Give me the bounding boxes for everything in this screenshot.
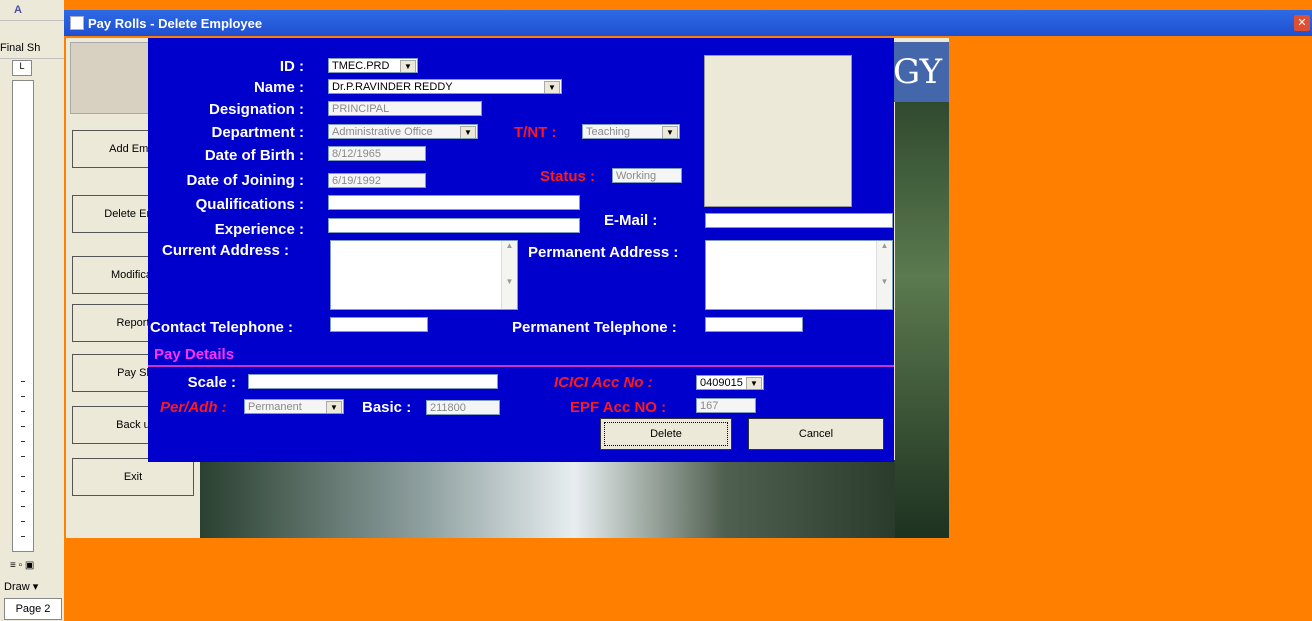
epf-field[interactable]: 167	[696, 398, 756, 413]
contact-telephone-field[interactable]	[330, 317, 428, 332]
dob-value: 8/12/1965	[332, 148, 381, 160]
doj-label: Date of Joining :	[186, 172, 305, 189]
designation-field[interactable]: PRINCIPAL	[328, 101, 482, 116]
peradh-select[interactable]: Permanent ▼	[244, 399, 344, 414]
window-title-bar[interactable]: Pay Rolls - Delete Employee ✕	[64, 10, 1312, 36]
qualifications-field[interactable]	[328, 195, 580, 210]
vertical-ruler	[12, 80, 34, 552]
permanent-address-label: Permanent Address :	[528, 244, 679, 261]
status-label: Status :	[540, 168, 596, 185]
page-indicator: Page 2	[4, 598, 62, 620]
department-label: Department :	[211, 124, 304, 141]
icici-select[interactable]: 0409015 ▼	[696, 375, 764, 390]
email-label: E-Mail :	[604, 212, 658, 229]
pay-details-heading: Pay Details	[154, 346, 235, 363]
cancel-button[interactable]: Cancel	[748, 418, 884, 450]
scrollbar[interactable]: ▲ ▼	[876, 241, 892, 309]
epf-value: 167	[700, 400, 719, 412]
scale-label: Scale :	[187, 374, 236, 391]
window-title: Pay Rolls - Delete Employee	[88, 16, 263, 31]
format-icon: A	[14, 4, 22, 16]
department-select[interactable]: Administrative Office ▼	[328, 124, 478, 139]
doj-field[interactable]: 6/19/1992	[328, 173, 426, 188]
permanent-address-textarea[interactable]: ▲ ▼	[705, 240, 893, 310]
permanent-telephone-field[interactable]	[705, 317, 803, 332]
chevron-down-icon[interactable]: ▼	[460, 126, 476, 138]
id-value: TMEC.PRD	[332, 60, 390, 72]
qualifications-label: Qualifications :	[195, 196, 304, 213]
close-icon[interactable]: ✕	[1294, 15, 1310, 31]
email-field[interactable]	[705, 213, 893, 228]
tnt-select[interactable]: Teaching ▼	[582, 124, 680, 139]
designation-label: Designation :	[208, 101, 304, 118]
current-address-label: Current Address :	[162, 242, 289, 259]
tnt-label: T/NT :	[514, 124, 557, 141]
word-side-strip: A Final Sh L ≡ ▫ ▣ Draw ▾ Page 2	[0, 0, 64, 621]
employee-photo	[704, 55, 852, 207]
name-label: Name :	[253, 79, 304, 96]
tnt-value: Teaching	[586, 126, 631, 138]
section-divider	[148, 365, 894, 367]
icici-value: 0409015	[700, 377, 743, 389]
chevron-down-icon[interactable]: ▼	[544, 81, 560, 93]
chevron-down-icon[interactable]: ▼	[326, 401, 342, 413]
chevron-down-icon[interactable]: ▼	[746, 377, 762, 389]
waterfall-image	[200, 460, 949, 538]
basic-value: 211800	[430, 402, 466, 414]
delete-employee-dialog: ID : TMEC.PRD ▼ Name : Dr.P.RAVINDER REDD…	[148, 38, 894, 462]
window-icon	[70, 16, 84, 30]
name-value: Dr.P.RAVINDER REDDY	[332, 81, 453, 93]
id-label: ID :	[279, 58, 304, 75]
word-toolbar-top[interactable]: A	[0, 0, 64, 21]
word-toolbar-label[interactable]: Final Sh	[0, 38, 64, 59]
epf-label: EPF Acc NO :	[570, 399, 667, 416]
scale-field[interactable]	[248, 374, 498, 389]
draw-menu-button[interactable]: Draw ▾	[4, 578, 60, 596]
id-select[interactable]: TMEC.PRD ▼	[328, 58, 418, 73]
dob-field[interactable]: 8/12/1965	[328, 146, 426, 161]
status-field[interactable]: Working	[612, 168, 682, 183]
peradh-value: Permanent	[248, 401, 302, 413]
college-banner: GY	[893, 42, 949, 102]
name-select[interactable]: Dr.P.RAVINDER REDDY ▼	[328, 79, 562, 94]
basic-label: Basic :	[362, 399, 412, 416]
institute-logo	[70, 42, 152, 114]
chevron-down-icon[interactable]: ▼	[400, 60, 416, 72]
scrollbar[interactable]: ▲ ▼	[501, 241, 517, 309]
permanent-telephone-label: Permanent Telephone :	[512, 319, 677, 336]
delete-button[interactable]: Delete	[600, 418, 732, 450]
tab-stop-icon[interactable]: L	[12, 60, 32, 76]
current-address-textarea[interactable]: ▲ ▼	[330, 240, 518, 310]
view-buttons[interactable]: ≡ ▫ ▣	[10, 560, 58, 574]
exit-button[interactable]: Exit	[72, 458, 194, 496]
peradh-label: Per/Adh :	[160, 399, 227, 416]
doj-value: 6/19/1992	[332, 175, 381, 187]
dob-label: Date of Birth :	[204, 147, 304, 164]
chevron-down-icon[interactable]: ▼	[662, 126, 678, 138]
designation-value: PRINCIPAL	[332, 103, 390, 115]
contact-telephone-label: Contact Telephone :	[150, 319, 294, 336]
forest-image	[895, 102, 949, 538]
banner-text: GY	[893, 52, 943, 92]
status-value: Working	[616, 170, 657, 182]
icici-label: ICICI Acc No :	[554, 374, 653, 391]
experience-label: Experience :	[214, 221, 304, 238]
word-toolbar-text: Final Sh	[0, 42, 41, 54]
basic-field[interactable]: 211800	[426, 400, 500, 415]
department-value: Administrative Office	[332, 126, 433, 138]
experience-field[interactable]	[328, 218, 580, 233]
